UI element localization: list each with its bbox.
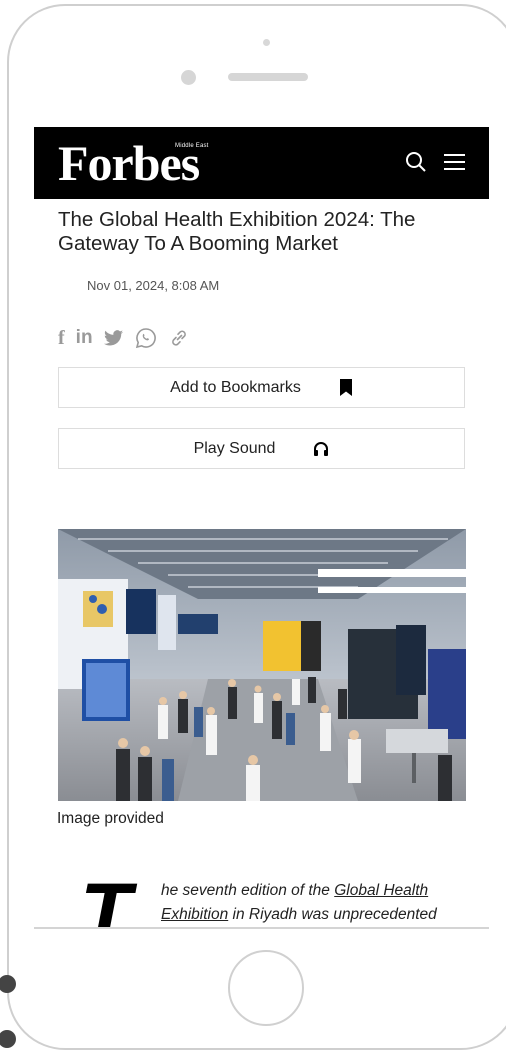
home-button[interactable]	[228, 950, 304, 1026]
image-caption: Image provided	[57, 810, 164, 827]
add-to-bookmarks-button[interactable]: Add to Bookmarks	[58, 367, 465, 408]
exhibition-hall-photo	[58, 529, 466, 801]
bookmark-icon	[339, 379, 352, 396]
search-icon[interactable]	[405, 151, 427, 173]
play-sound-button[interactable]: Play Sound	[58, 428, 465, 469]
headphones-icon	[314, 441, 329, 456]
twitter-icon[interactable]	[103, 329, 124, 347]
logo-region-label: Middle East	[175, 143, 209, 149]
article-image	[58, 529, 466, 801]
article-body: he seventh edition of the Global Health …	[161, 879, 471, 927]
share-bar: f in	[58, 325, 190, 351]
earpiece-speaker	[228, 73, 308, 81]
side-dot-lower	[0, 1030, 16, 1048]
body-text-suffix: in Riyadh was unprecedented	[228, 906, 437, 923]
proximity-sensor	[181, 70, 196, 85]
hamburger-menu-icon[interactable]	[444, 152, 465, 172]
bookmark-label: Add to Bookmarks	[170, 378, 301, 396]
play-sound-label: Play Sound	[193, 439, 276, 457]
site-header: Forbes Middle East	[34, 127, 489, 199]
front-camera	[263, 39, 270, 46]
link-icon[interactable]	[168, 327, 190, 349]
whatsapp-icon[interactable]	[135, 327, 157, 349]
drop-cap: T	[80, 866, 132, 929]
article-date: Nov 01, 2024, 8:08 AM	[87, 278, 220, 293]
linkedin-icon[interactable]: in	[76, 327, 93, 349]
body-text-prefix: he seventh edition of the	[161, 882, 335, 899]
facebook-icon[interactable]: f	[58, 327, 65, 350]
article-title: The Global Health Exhibition 2024: The G…	[58, 208, 416, 255]
forbes-logo[interactable]: Forbes	[58, 133, 200, 193]
browser-screen: Forbes Middle East The Global Health Exh…	[34, 127, 489, 929]
